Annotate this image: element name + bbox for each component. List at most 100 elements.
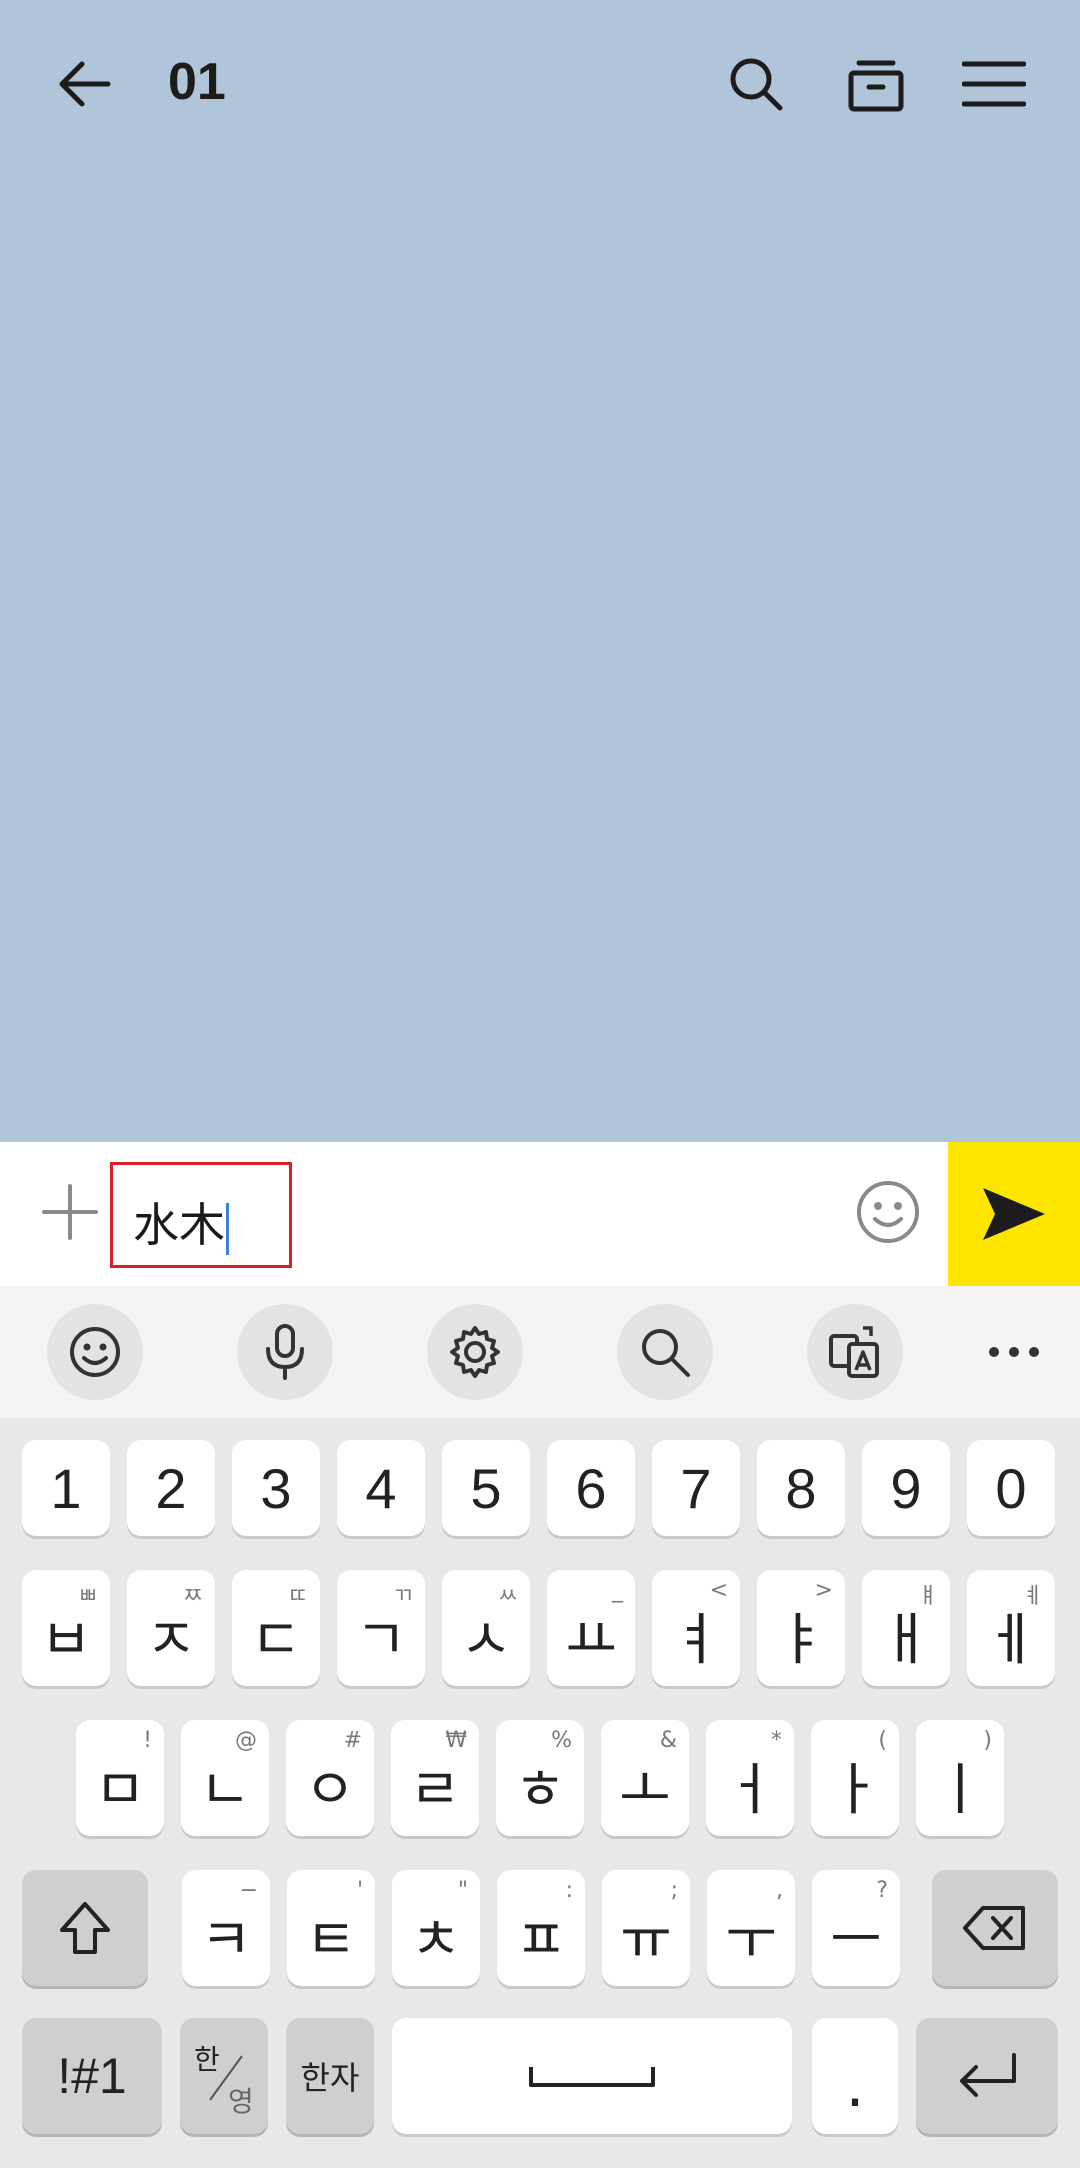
key-row1-2[interactable]: ㄷㄸ [232, 1570, 320, 1686]
key-label: ㅋ [200, 1907, 252, 1973]
backspace-icon [963, 1906, 1025, 1950]
key-label: 4 [365, 1456, 397, 1520]
key-label: ㅊ [410, 1907, 462, 1973]
key-secondary-label: : [565, 1878, 573, 1903]
archive-icon[interactable] [836, 44, 916, 124]
key-row1-0[interactable]: ㅂㅃ [22, 1570, 110, 1686]
space-key[interactable] [392, 2018, 792, 2134]
key-num-0[interactable]: 0 [967, 1440, 1055, 1536]
key-secondary-label: ' [356, 1878, 363, 1903]
backspace-key[interactable] [932, 1870, 1058, 1986]
message-input[interactable]: 水木 [110, 1162, 292, 1268]
key-num-4[interactable]: 4 [337, 1440, 425, 1536]
symbols-key[interactable]: !#1 [22, 2018, 162, 2134]
key-row3-0[interactable]: ㅋ − [182, 1870, 270, 1986]
keyboard-emoji-icon[interactable] [47, 1304, 143, 1400]
key-row1-8[interactable]: ㅐㅒ [862, 1570, 950, 1686]
key-secondary-label: ! [143, 1728, 152, 1753]
key-row2-0[interactable]: ㅁ! [76, 1720, 164, 1836]
key-row1-9[interactable]: ㅔㅖ [967, 1570, 1055, 1686]
key-label: ㄴ [199, 1757, 251, 1823]
key-label: 1 [50, 1456, 82, 1520]
key-label: ㅗ [619, 1757, 671, 1823]
key-label: ㅌ [305, 1907, 357, 1973]
hanja-key[interactable]: 한자 [286, 2018, 374, 2134]
key-label: ㅠ [620, 1907, 672, 1973]
key-label: 3 [260, 1456, 292, 1520]
key-row1-4[interactable]: ㅅㅆ [442, 1570, 530, 1686]
emoji-icon[interactable] [848, 1172, 928, 1252]
key-secondary-label: " [457, 1878, 468, 1903]
chat-message-area[interactable] [0, 170, 1080, 1142]
send-icon [983, 1188, 1045, 1240]
key-row2-6[interactable]: ㅓ * [706, 1720, 794, 1836]
send-button[interactable] [948, 1142, 1080, 1286]
key-row1-6[interactable]: ㅕ < [652, 1570, 740, 1686]
key-label: ㅏ [829, 1757, 881, 1823]
period-key[interactable]: . [812, 2018, 898, 2134]
text-caret [226, 1202, 229, 1255]
key-num-3[interactable]: 3 [232, 1440, 320, 1536]
symbols-label: !#1 [57, 2048, 127, 2104]
key-row2-8[interactable]: ㅣ) [916, 1720, 1004, 1836]
key-row3-4[interactable]: ㅠ; [602, 1870, 690, 1986]
period-label: . [845, 2051, 865, 2121]
key-num-9[interactable]: 9 [862, 1440, 950, 1536]
key-row3-2[interactable]: ㅊ " [392, 1870, 480, 1986]
shift-key[interactable] [22, 1870, 148, 1986]
key-row1-3[interactable]: ㄱㄲ [337, 1570, 425, 1686]
key-num-8[interactable]: 8 [757, 1440, 845, 1536]
key-secondary-label: * [771, 1728, 782, 1753]
key-row3-6[interactable]: ㅡ? [812, 1870, 900, 1986]
microphone-icon[interactable] [237, 1304, 333, 1400]
more-icon[interactable] [966, 1304, 1062, 1400]
key-secondary-label: ㅖ [1022, 1584, 1043, 1609]
search-icon[interactable] [716, 44, 796, 124]
key-num-7[interactable]: 7 [652, 1440, 740, 1536]
back-arrow-icon[interactable] [44, 44, 124, 124]
translate-icon[interactable] [807, 1304, 903, 1400]
enter-key[interactable] [916, 2018, 1058, 2134]
key-secondary-label: − [239, 1878, 258, 1903]
key-row2-7[interactable]: ㅏ( [811, 1720, 899, 1836]
key-label: ㅕ [670, 1607, 722, 1673]
key-row1-1[interactable]: ㅈㅉ [127, 1570, 215, 1686]
key-secondary-label: ? [876, 1878, 888, 1903]
settings-icon[interactable] [427, 1304, 523, 1400]
key-label: ㅁ [94, 1757, 146, 1823]
key-num-5[interactable]: 5 [442, 1440, 530, 1536]
key-row1-5[interactable]: ㅛ _ [547, 1570, 635, 1686]
key-label: 0 [995, 1456, 1027, 1520]
key-secondary-label: _ [612, 1578, 623, 1603]
keyboard-search-icon[interactable] [617, 1304, 713, 1400]
key-row2-1[interactable]: ㄴ @ [181, 1720, 269, 1836]
key-num-2[interactable]: 2 [127, 1440, 215, 1536]
hanja-label: 한자 [300, 2059, 360, 2097]
key-label: ㅜ [725, 1907, 777, 1973]
key-secondary-label: % [551, 1728, 572, 1753]
key-secondary-label: ㄸ [287, 1584, 308, 1609]
key-secondary-label: > [814, 1578, 833, 1603]
key-num-6[interactable]: 6 [547, 1440, 635, 1536]
key-row3-3[interactable]: ㅍ: [497, 1870, 585, 1986]
language-switch-key[interactable]: 한 영 [180, 2018, 268, 2134]
lang-bottom-label: 영 [228, 2085, 254, 2118]
key-label: 9 [890, 1456, 922, 1520]
key-secondary-label: ㅉ [182, 1584, 203, 1609]
keyboard: !#1 한 영 한자 . 1 2 3 4 5 6 7 8 9 0 ㅂㅃㅈㅉㄷㄸㄱㄲㅅㅆㅛ _ ㅕ < ㅑ > ㅐ… [0, 1418, 1080, 2168]
key-label: ㅡ [830, 1907, 882, 1973]
key-row3-5[interactable]: ㅜ, [707, 1870, 795, 1986]
key-secondary-label: ㅃ [77, 1584, 98, 1609]
key-row2-2[interactable]: ㅇ # [286, 1720, 374, 1836]
key-row2-4[interactable]: ㅎ% [496, 1720, 584, 1836]
key-row2-5[interactable]: ㅗ & [601, 1720, 689, 1836]
plus-icon[interactable] [30, 1172, 110, 1252]
key-secondary-label: ㅆ [497, 1584, 518, 1609]
key-secondary-label: # [343, 1728, 362, 1753]
key-row2-3[interactable]: ㄹ ₩ [391, 1720, 479, 1836]
key-num-1[interactable]: 1 [22, 1440, 110, 1536]
key-row1-7[interactable]: ㅑ > [757, 1570, 845, 1686]
key-label: ㄹ [409, 1757, 461, 1823]
menu-icon[interactable] [954, 44, 1034, 124]
key-row3-1[interactable]: ㅌ ' [287, 1870, 375, 1986]
